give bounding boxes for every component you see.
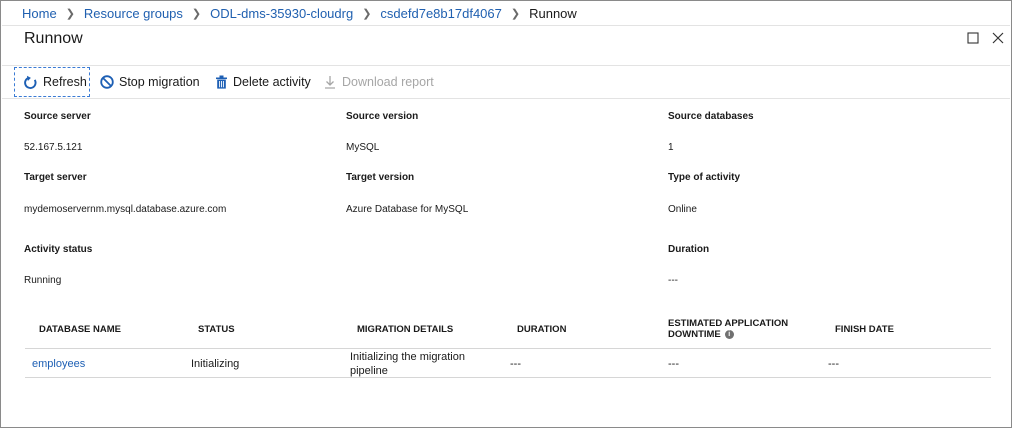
delete-activity-button[interactable]: Delete activity: [215, 67, 311, 97]
refresh-button[interactable]: Refresh: [14, 67, 90, 97]
download-icon: [325, 76, 335, 89]
row-downtime: ---: [668, 358, 679, 370]
source-databases-value: 1: [668, 142, 674, 153]
type-of-activity-value: Online: [668, 204, 697, 215]
refresh-icon: [24, 75, 37, 89]
duration-label: Duration: [668, 244, 710, 255]
refresh-label: Refresh: [43, 75, 87, 89]
download-report-label: Download report: [342, 75, 434, 89]
activity-status-value: Running: [24, 275, 62, 286]
duration-value: ---: [668, 275, 678, 286]
divider: [2, 65, 1010, 66]
database-name-link[interactable]: employees: [32, 357, 85, 371]
stop-migration-button[interactable]: Stop migration: [100, 67, 200, 97]
stop-icon: [100, 75, 114, 89]
breadcrumb-resource-group[interactable]: ODL-dms-35930-cloudrg: [210, 6, 353, 21]
row-finish-date: ---: [828, 358, 839, 370]
chevron-right-icon: ❯: [510, 8, 521, 21]
row-status: Initializing: [191, 358, 240, 370]
source-version-label: Source version: [346, 111, 419, 122]
table-row-divider: [25, 377, 991, 378]
column-header-estimated-downtime-line2: DOWNTIME i: [668, 329, 788, 340]
row-duration: ---: [510, 358, 521, 370]
close-icon[interactable]: [991, 31, 1005, 45]
column-header-duration[interactable]: DURATION: [517, 324, 566, 335]
column-header-database-name[interactable]: DATABASE NAME: [39, 324, 121, 335]
divider: [2, 98, 1010, 99]
column-header-status[interactable]: STATUS: [198, 324, 235, 335]
source-databases-label: Source databases: [668, 111, 754, 122]
column-header-finish-date[interactable]: FINISH DATE: [835, 324, 894, 335]
target-version-value: Azure Database for MySQL: [346, 204, 469, 215]
stop-migration-label: Stop migration: [119, 75, 200, 89]
breadcrumb-home[interactable]: Home: [22, 6, 57, 21]
breadcrumb: Home ❯ Resource groups ❯ ODL-dms-35930-cloud…: [22, 5, 577, 21]
target-server-value: mydemoservernm.mysql.database.azure.com: [24, 204, 227, 215]
column-header-estimated-downtime-text: DOWNTIME: [668, 329, 721, 340]
source-server-label: Source server: [24, 111, 91, 122]
table-header-divider: [25, 348, 991, 349]
page-title: Runnow: [24, 30, 83, 47]
breadcrumb-service[interactable]: csdefd7e8b17df4067: [380, 6, 501, 21]
chevron-right-icon: ❯: [191, 8, 202, 21]
activity-status-label: Activity status: [24, 244, 93, 255]
delete-activity-label: Delete activity: [233, 75, 311, 89]
blade-window: Home ❯ Resource groups ❯ ODL-dms-35930-cloud…: [0, 0, 1012, 428]
column-header-estimated-downtime[interactable]: ESTIMATED APPLICATION DOWNTIME i: [668, 318, 788, 340]
target-version-label: Target version: [346, 172, 415, 183]
chevron-right-icon: ❯: [65, 8, 75, 21]
trash-icon: [216, 75, 227, 89]
breadcrumb-resource-groups[interactable]: Resource groups: [84, 6, 183, 21]
info-icon[interactable]: i: [724, 329, 734, 339]
divider: [2, 25, 1010, 26]
chevron-right-icon: ❯: [362, 8, 372, 21]
source-server-value: 52.167.5.121: [24, 142, 83, 153]
column-header-estimated-downtime-line1: ESTIMATED APPLICATION: [668, 318, 789, 329]
source-version-value: MySQL: [346, 142, 380, 153]
column-header-migration-details[interactable]: MIGRATION DETAILS: [357, 324, 453, 335]
type-of-activity-label: Type of activity: [668, 172, 741, 183]
row-migration-details: Initializing the migration pipeline: [350, 351, 465, 377]
target-server-label: Target server: [24, 172, 87, 183]
maximize-icon[interactable]: [966, 31, 980, 45]
breadcrumb-current: Runnow: [529, 6, 577, 22]
download-report-button[interactable]: Download report: [323, 67, 434, 97]
